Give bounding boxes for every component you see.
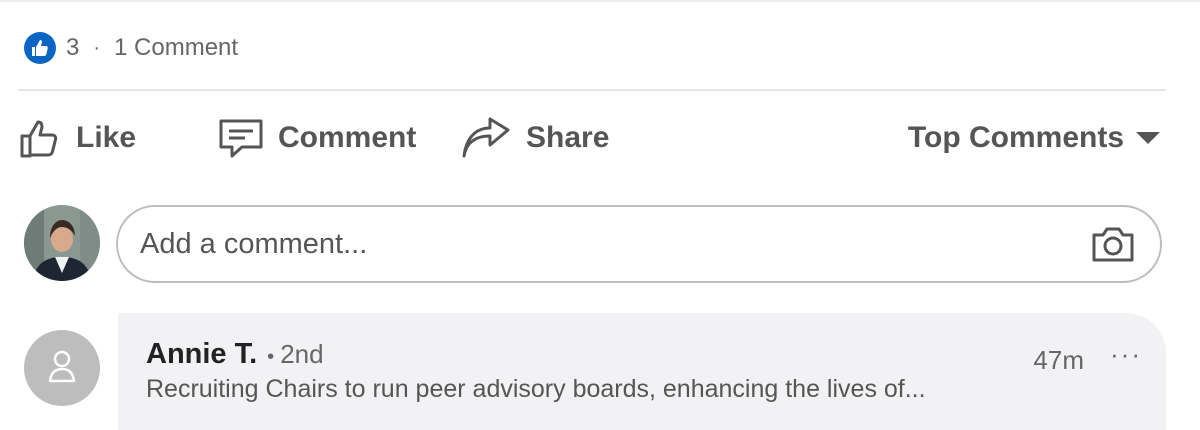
top-divider [0,0,1200,2]
share-arrow-icon [460,116,512,160]
comment-label: Comment [278,121,417,154]
connection-degree: 2nd [280,339,324,369]
commenter-avatar[interactable] [24,330,100,406]
like-button[interactable]: Like [18,108,136,168]
comment-timestamp: 47m [1033,345,1084,375]
separator-dot: · [93,36,101,59]
like-reaction-icon [24,32,56,64]
like-label: Like [76,121,137,154]
share-button[interactable]: Share [460,108,609,168]
commenter-headline: Recruiting Chairs to run peer advisory b… [146,375,926,403]
camera-icon[interactable] [1088,221,1138,267]
comment-button[interactable]: Comment [218,108,416,168]
comment-item: Annie T. • 2nd 47m ··· Recruiting Chairs… [118,313,1166,430]
sort-comments-dropdown[interactable]: Top Comments [908,108,1160,168]
comment-composer [116,205,1162,283]
more-options-icon[interactable]: ··· [1110,339,1142,370]
comments-count-link[interactable]: 1 Comment [114,34,238,62]
speech-bubble-icon [218,116,264,160]
caret-down-icon [1136,132,1160,144]
commenter-name[interactable]: Annie T. [146,338,257,371]
separator-dot: • [267,346,275,368]
social-counts: 3 · 1 Comment [24,30,238,66]
comment-input[interactable] [138,226,1042,262]
thumbs-up-icon [18,116,62,160]
sort-label: Top Comments [907,121,1124,154]
current-user-avatar[interactable] [24,205,100,281]
commenter-header: Annie T. • 2nd [146,338,324,371]
default-person-avatar-icon [47,349,77,388]
share-label: Share [526,121,610,154]
likes-count[interactable]: 3 [66,34,79,62]
divider [18,89,1166,91]
